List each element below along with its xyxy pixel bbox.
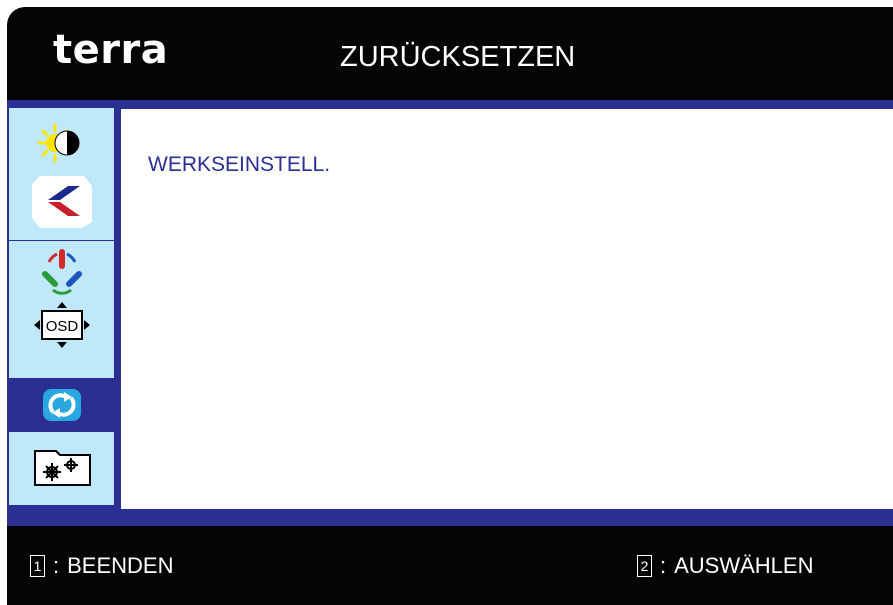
select-hint: 2 : AUSWÄHLEN [637,553,813,579]
key-2-icon[interactable]: 2 [637,555,652,577]
osd-settings-icon: OSD [30,300,94,350]
sidebar-item-reset[interactable] [9,378,114,432]
osd-body: OSD WERKSEINSTELL. [7,100,893,526]
select-label: AUSWÄHLEN [674,553,814,578]
sidebar-item-extra-settings[interactable] [9,438,114,492]
osd-icon-label: OSD [45,318,78,335]
brand-logo: terra [53,27,169,73]
osd-footer: 1 : BEENDEN 2 : AUSWÄHLEN [7,526,893,605]
exit-hint: 1 : BEENDEN [30,553,173,579]
exit-hint-separator: : [53,553,60,578]
sidebar-divider [9,240,114,241]
menu-sidebar: OSD [9,108,114,505]
osd-header: terra ZURÜCKSETZEN [7,7,893,100]
key-1-icon[interactable]: 1 [30,555,45,577]
factory-reset-option[interactable]: WERKSEINSTELL. [148,153,330,177]
menu-title: ZURÜCKSETZEN [340,41,576,73]
extra-settings-icon [30,443,94,487]
sidebar-item-color[interactable] [9,244,114,298]
sidebar-item-brightness[interactable] [9,116,114,170]
sidebar-item-image-position[interactable] [9,174,114,228]
content-panel: WERKSEINSTELL. [121,109,893,509]
brightness-contrast-icon [35,123,89,163]
select-hint-separator: : [660,553,667,578]
sidebar-item-osd-settings[interactable]: OSD [9,298,114,352]
color-icon [37,246,87,296]
reset-icon [42,388,82,422]
image-position-icon [30,172,94,230]
exit-label: BEENDEN [67,553,174,578]
osd-window: terra ZURÜCKSETZEN OSD WERKSEINSTELL. 1 … [7,7,893,605]
